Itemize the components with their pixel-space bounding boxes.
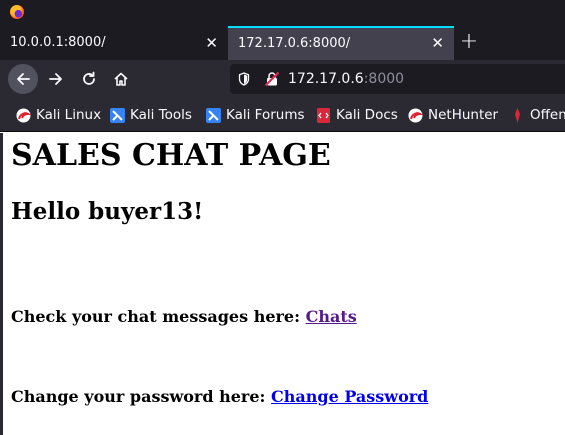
bookmark-label: Offen — [530, 107, 565, 123]
change-password-link[interactable]: Change Password — [271, 387, 428, 406]
arrow-right-icon — [49, 73, 62, 85]
home-button[interactable] — [106, 64, 136, 94]
bookmark-label: Kali Forums — [226, 107, 305, 123]
nethunter-icon — [408, 108, 423, 123]
bookmark-label: Kali Linux — [36, 107, 102, 123]
url-bar[interactable]: 172.17.0.6:8000 — [230, 64, 565, 94]
back-button[interactable] — [8, 64, 38, 94]
url-text[interactable]: 172.17.0.6:8000 — [288, 64, 404, 94]
plus-icon[interactable]: + — [458, 26, 480, 60]
bookmark-kali-docs[interactable]: Kali Docs — [316, 98, 402, 132]
arrow-left-icon — [17, 73, 30, 85]
reload-icon — [83, 71, 95, 85]
page-content: SALES CHAT PAGE Hello buyer13! Check you… — [0, 133, 565, 435]
kali-tools-icon — [110, 108, 125, 123]
bookmark-label: NetHunter — [428, 107, 499, 123]
forward-button[interactable] — [41, 64, 71, 94]
password-line: Change your password here: Change Passwo… — [11, 387, 428, 406]
offsec-icon — [515, 108, 520, 123]
window-edge — [0, 133, 3, 435]
bookmark-label: Kali Docs — [336, 107, 398, 123]
chats-link[interactable]: Chats — [306, 307, 357, 326]
bookmark-label: Kali Tools — [130, 107, 192, 123]
kali-docs-icon — [317, 108, 330, 123]
url-port: :8000 — [363, 71, 405, 87]
bookmarks-toolbar: Kali Linux Kali Tools Kali Forums Kali D… — [0, 98, 565, 132]
chats-prompt: Check your chat messages here: — [11, 307, 301, 326]
kali-dragon-icon — [16, 108, 31, 123]
tab-10-0-0-1[interactable]: 10.0.0.1:8000/ ✕ — [0, 26, 228, 60]
home-icon — [114, 72, 128, 86]
tab-title: 10.0.0.1:8000/ — [10, 35, 106, 50]
bookmark-kali-forums[interactable]: Kali Forums — [206, 98, 310, 132]
password-prompt: Change your password here: — [11, 387, 266, 406]
bookmark-kali-linux[interactable]: Kali Linux — [16, 98, 104, 132]
url-host: 172.17.0.6 — [288, 71, 364, 87]
tab-title: 172.17.0.6:8000/ — [238, 36, 351, 51]
tab-172-17-0-6[interactable]: 172.17.0.6:8000/ ✕ — [228, 26, 454, 60]
bookmark-nethunter[interactable]: NetHunter — [408, 98, 504, 132]
page-title: SALES CHAT PAGE — [11, 138, 331, 173]
insecure-lock-icon[interactable] — [264, 71, 280, 87]
reload-button[interactable] — [74, 64, 104, 94]
close-icon[interactable]: ✕ — [205, 26, 218, 60]
kali-forums-icon — [206, 108, 221, 123]
tab-strip: 10.0.0.1:8000/ ✕ 172.17.0.6:8000/ ✕ — [0, 26, 565, 60]
bookmark-offsec[interactable]: Offen — [510, 98, 565, 132]
shield-icon[interactable] — [238, 72, 250, 86]
close-icon[interactable]: ✕ — [431, 28, 444, 59]
browser-titlebar — [0, 0, 565, 26]
chats-line: Check your chat messages here: Chats — [11, 307, 357, 326]
bookmark-kali-tools[interactable]: Kali Tools — [110, 98, 200, 132]
firefox-logo-icon — [10, 5, 24, 19]
greeting-heading: Hello buyer13! — [11, 198, 204, 225]
